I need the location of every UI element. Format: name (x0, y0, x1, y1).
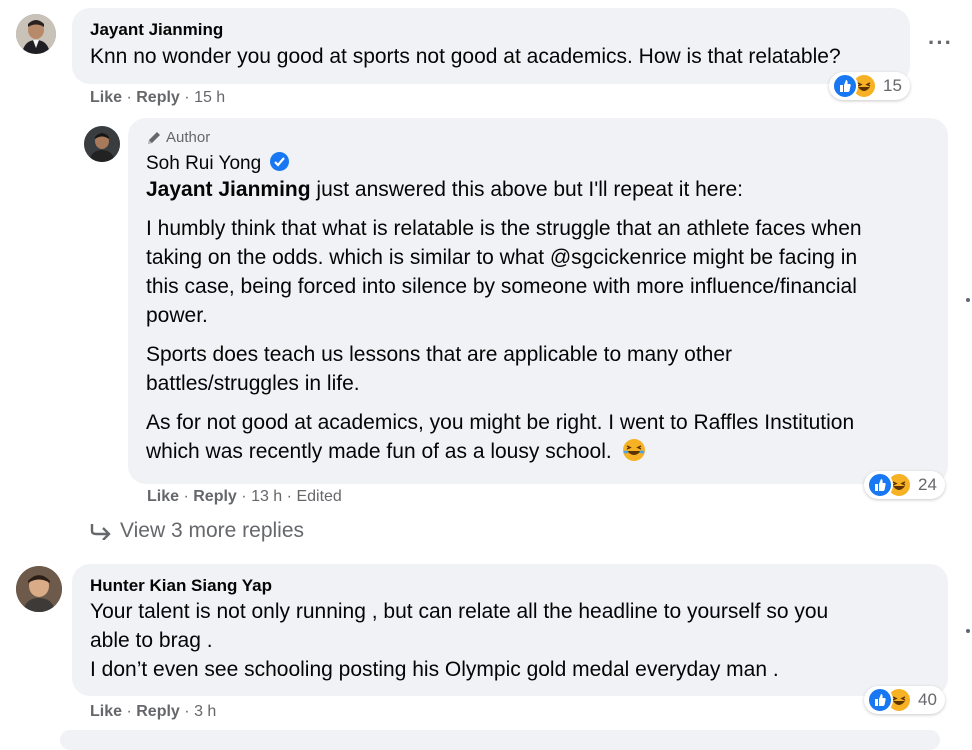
like-button[interactable]: Like (90, 89, 122, 106)
mention-link[interactable]: Jayant Jianming (146, 178, 311, 201)
comment-timestamp[interactable]: 13 h (251, 488, 282, 505)
reaction-count: 24 (918, 475, 937, 494)
reaction-summary[interactable]: 24 (864, 471, 945, 499)
like-reaction-icon (867, 687, 893, 713)
text-line: able to brag . (90, 629, 213, 652)
text-segment: just answered this above but I'll repeat… (310, 178, 743, 201)
side-dot (966, 298, 970, 302)
like-reaction-icon (867, 472, 893, 498)
comment-paragraph: As for not good at academics, you might … (146, 408, 930, 470)
text-line: taking on the odds. which is similar to … (146, 246, 858, 269)
reply-arrow-icon (90, 524, 111, 540)
more-options-icon[interactable]: ··· (928, 30, 953, 56)
separator: · (184, 703, 195, 720)
comment-paragraph: Sports does teach us lessons that are ap… (146, 340, 930, 398)
comment-bubble-soh-rui-yong: Author Soh Rui Yong Jayant Jianming just… (128, 118, 948, 484)
text-segment: which was recently made fun of as a lous… (146, 440, 612, 463)
avatar-hunter[interactable] (16, 566, 62, 612)
text-line: battles/struggles in life. (146, 372, 360, 395)
like-reaction-icon (832, 73, 858, 99)
next-comment-bubble-partial (60, 730, 940, 750)
comment-text: Your talent is not only running , but ca… (90, 597, 930, 684)
reaction-count: 40 (918, 690, 937, 709)
author-badge-label: Author (166, 129, 211, 146)
like-button[interactable]: Like (147, 488, 179, 505)
comment-text: Jayant Jianming just answered this above… (146, 175, 930, 204)
text-line: I humbly think that what is relatable is… (146, 217, 862, 240)
laughing-emoji-icon (622, 438, 646, 470)
comment-actions: Like · Reply · 13 h · Edited (147, 488, 342, 506)
comment-actions: Like · Reply · 15 h (90, 89, 225, 107)
pencil-icon (148, 131, 160, 144)
comment-author-name[interactable]: Jayant Jianming (90, 20, 892, 40)
text-line: this case, being forced into silence by … (146, 275, 857, 298)
separator: · (183, 488, 194, 505)
comment-actions: Like · Reply · 3 h (90, 703, 216, 721)
reaction-summary[interactable]: 15 (829, 72, 910, 100)
side-dot (966, 629, 970, 633)
comment-timestamp[interactable]: 3 h (194, 703, 216, 720)
author-name-link[interactable]: Soh Rui Yong (146, 153, 261, 174)
reaction-count: 15 (883, 76, 902, 95)
comment-author-name[interactable]: Hunter Kian Siang Yap (90, 576, 930, 596)
author-badge: Author (146, 129, 930, 146)
text-line: Your talent is not only running , but ca… (90, 600, 829, 623)
reply-button[interactable]: Reply (136, 703, 180, 720)
comment-bubble-jayant: Jayant Jianming Knn no wonder you good a… (72, 8, 910, 84)
separator: · (184, 89, 195, 106)
separator: · (126, 703, 137, 720)
view-more-replies[interactable]: View 3 more replies (90, 519, 304, 543)
comment-author-name: Soh Rui Yong (146, 152, 930, 175)
verified-badge-icon (270, 152, 290, 171)
text-line: I don’t even see schooling posting his O… (90, 658, 779, 681)
reaction-summary[interactable]: 40 (864, 686, 945, 714)
comment-timestamp[interactable]: 15 h (194, 89, 225, 106)
text-line: which was recently made fun of as a lous… (146, 437, 930, 470)
comment-text: Knn no wonder you good at sports not goo… (90, 45, 841, 68)
edited-label[interactable]: Edited (296, 488, 341, 505)
comment-paragraph: I humbly think that what is relatable is… (146, 214, 930, 330)
avatar-soh-rui-yong[interactable] (84, 126, 120, 162)
like-button[interactable]: Like (90, 703, 122, 720)
separator: · (241, 488, 252, 505)
separator: · (286, 488, 297, 505)
reply-button[interactable]: Reply (136, 89, 180, 106)
reply-button[interactable]: Reply (193, 488, 237, 505)
text-line: As for not good at academics, you might … (146, 411, 855, 434)
avatar-jayant[interactable] (16, 14, 56, 54)
comment-bubble-hunter: Hunter Kian Siang Yap Your talent is not… (72, 564, 948, 696)
view-more-label: View 3 more replies (120, 519, 305, 542)
text-line: Sports does teach us lessons that are ap… (146, 343, 733, 366)
separator: · (126, 89, 137, 106)
text-line: power. (146, 304, 208, 327)
